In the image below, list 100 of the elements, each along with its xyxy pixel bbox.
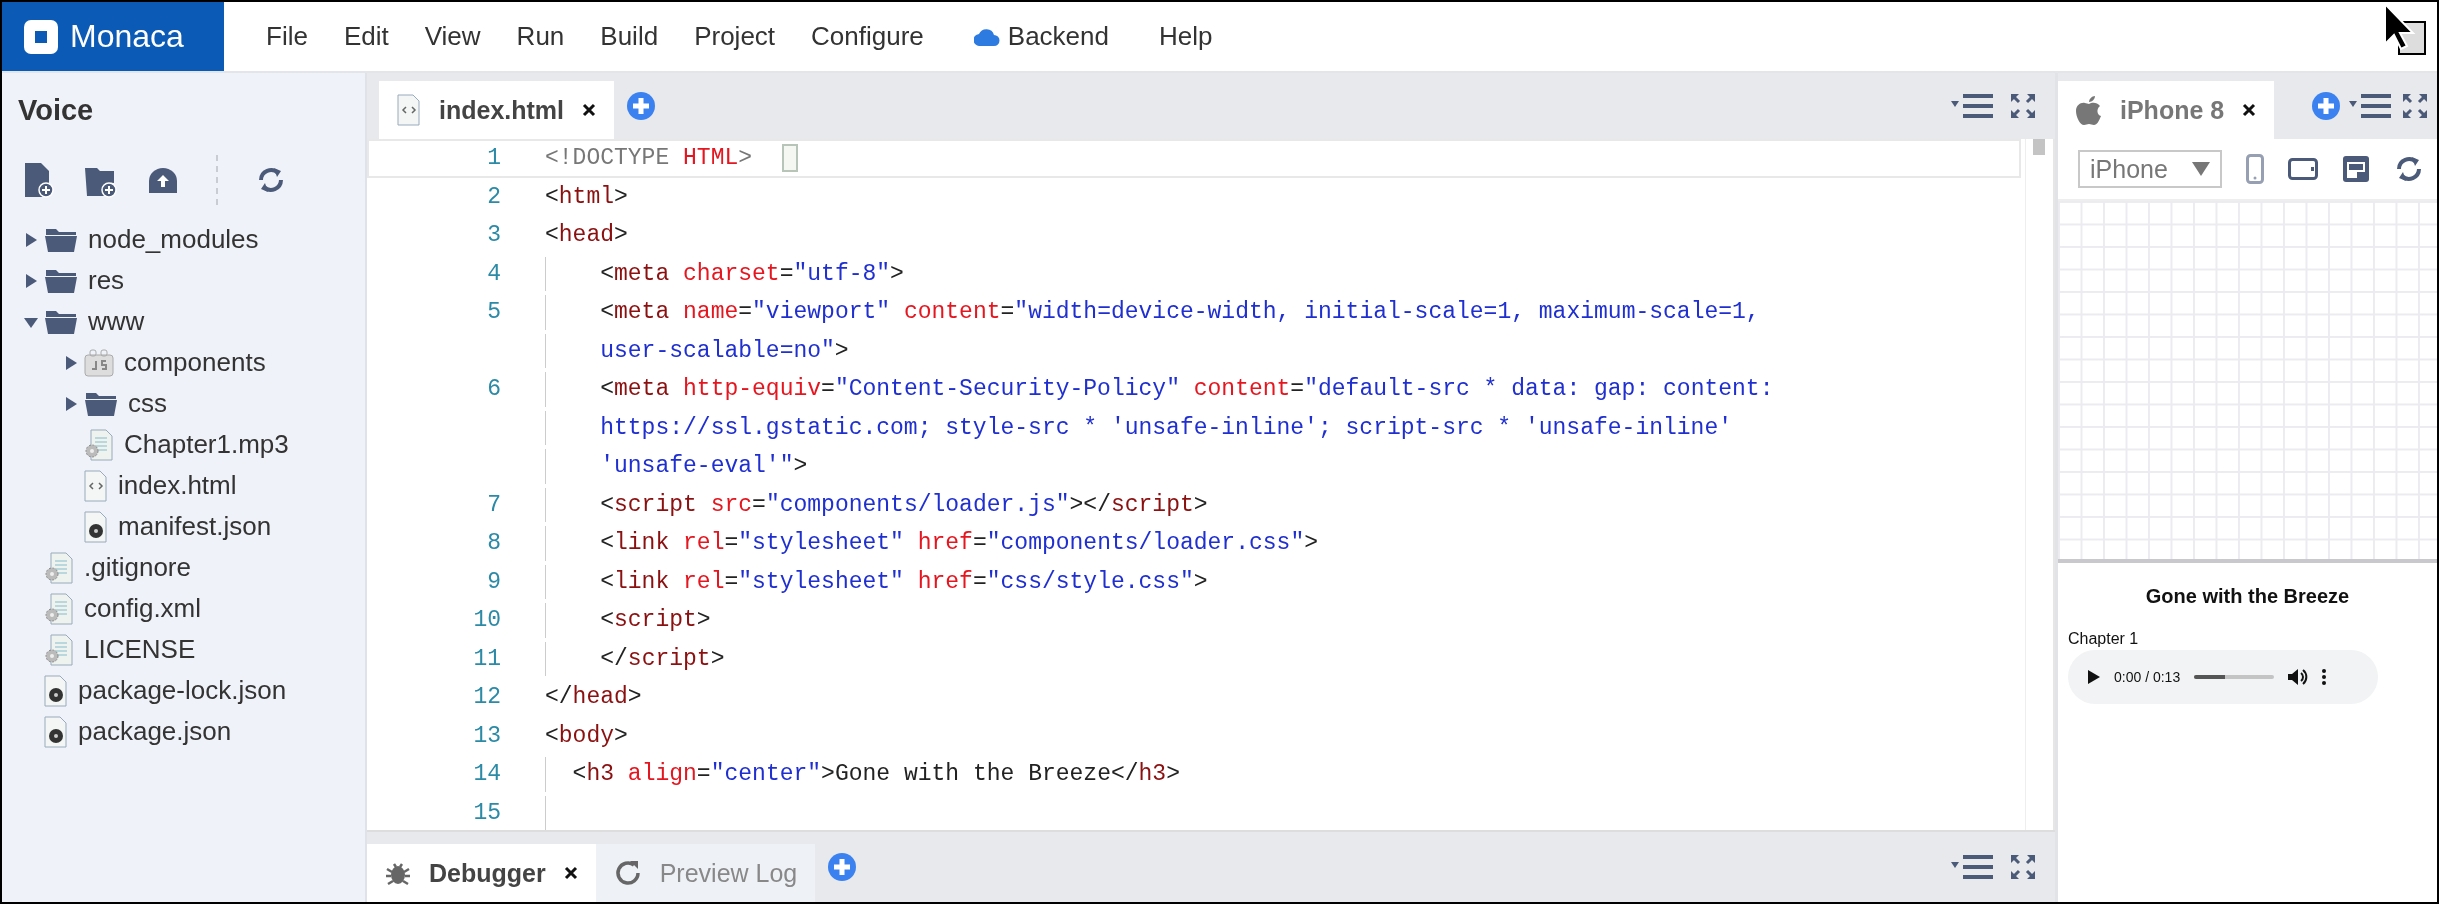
code-text: <head> (545, 222, 628, 249)
close-icon[interactable] (2242, 103, 2257, 117)
line-number: 7 (486, 491, 501, 518)
rotate-icon[interactable] (2394, 154, 2424, 184)
folder-icon (44, 267, 78, 294)
code-file-icon (84, 469, 108, 502)
menu-item[interactable]: File (248, 21, 326, 52)
gear-file-icon (44, 592, 74, 625)
line-number: 9 (486, 568, 501, 595)
dropdown-menu-icon[interactable] (1951, 93, 1995, 119)
new-file-icon[interactable] (24, 162, 54, 198)
code-file-icon (397, 94, 421, 126)
folder-icon (84, 390, 118, 417)
tree-item[interactable]: www (2, 301, 365, 342)
disc-file-icon (44, 674, 68, 707)
tree-item-label: config.xml (84, 593, 202, 624)
fullscreen-icon[interactable] (2009, 853, 2037, 881)
windows-icon[interactable] (2342, 155, 2370, 183)
gear-file-icon (44, 551, 74, 584)
menu-item[interactable]: Configure (793, 21, 942, 52)
tree-item-label: Chapter1.mp3 (124, 429, 289, 460)
app-logo[interactable]: Monaca (2, 2, 224, 71)
code-text: <!DOCTYPE HTML> (545, 145, 753, 172)
folder-icon (44, 308, 78, 335)
audio-player[interactable]: 0:00 / 0:13 (2068, 650, 2378, 704)
line-number: 4 (486, 260, 501, 287)
add-icon[interactable] (827, 852, 858, 882)
expand-arrow-icon[interactable] (64, 396, 78, 411)
refresh-icon[interactable] (256, 165, 286, 195)
line-number: 1 (486, 145, 501, 172)
code-text: 'unsafe-eval'"> (599, 453, 808, 480)
tree-item-label: .gitignore (84, 552, 191, 583)
audio-progress-track[interactable] (2194, 675, 2275, 679)
tree-item[interactable]: package-lock.json (2, 670, 365, 711)
apple-icon (2076, 95, 2102, 125)
audio-caption: Chapter 1 (2068, 630, 2140, 648)
fullscreen-icon[interactable] (2009, 92, 2037, 120)
code-text: <link rel="stylesheet" href="components/loader.css"> (599, 530, 1318, 557)
tree-item[interactable]: .gitignore (2, 547, 365, 588)
tablet-icon[interactable] (2288, 158, 2318, 180)
dropdown-menu-icon[interactable] (1951, 854, 1995, 880)
code-text: user-scalable=no"> (599, 337, 849, 364)
gear-file-icon (84, 428, 114, 461)
line-number: 10 (472, 607, 501, 634)
menu-item[interactable]: Help (1141, 21, 1231, 52)
refresh-icon (613, 859, 642, 887)
code-text: </script> (599, 645, 725, 672)
close-icon[interactable] (582, 103, 596, 117)
menu-item[interactable]: Project (676, 21, 794, 52)
tree-item[interactable]: config.xml (2, 588, 365, 629)
line-number: 8 (486, 530, 501, 557)
tree-item[interactable]: package.json (2, 711, 365, 752)
phone-icon[interactable] (2246, 154, 2264, 184)
tree-item[interactable]: LICENSE (2, 629, 365, 670)
page-heading: Gone with the Breeze (2144, 585, 2351, 608)
tree-item[interactable]: index.html (2, 465, 365, 506)
tree-item-label: css (128, 388, 167, 419)
tree-item[interactable]: components (2, 342, 365, 383)
tree-item-label: index.html (118, 470, 237, 501)
volume-icon[interactable] (2288, 668, 2309, 686)
play-icon[interactable] (2088, 670, 2100, 684)
tree-item[interactable]: node_modules (2, 219, 365, 260)
disc-file-icon (44, 715, 68, 748)
code-text: <h3 align="center">Gone with the Breeze</h3> (571, 761, 1180, 788)
menu-item[interactable]: View (406, 21, 499, 52)
code-text: <link rel="stylesheet" href="css/style.css"> (599, 568, 1208, 595)
tree-item[interactable]: Chapter1.mp3 (2, 424, 365, 465)
logo-text: Monaca (70, 18, 184, 55)
fullscreen-icon[interactable] (2401, 92, 2429, 120)
menu-item[interactable]: Edit (325, 21, 407, 52)
upload-icon[interactable] (148, 167, 178, 193)
tree-item-label: package-lock.json (78, 675, 287, 706)
add-icon[interactable] (2311, 91, 2341, 121)
tree-item[interactable]: manifest.json (2, 506, 365, 547)
tree-item[interactable]: res (2, 260, 365, 301)
tree-item[interactable]: css (2, 383, 365, 424)
line-number: 11 (472, 645, 501, 672)
expand-arrow-icon[interactable] (64, 355, 78, 370)
expand-arrow-icon[interactable] (24, 232, 38, 247)
panel-tab[interactable]: Debugger (367, 844, 596, 902)
device-tab[interactable]: iPhone 8 (2058, 81, 2275, 139)
menu-item[interactable]: Run (498, 21, 583, 52)
device-select[interactable]: iPhone (2078, 150, 2222, 188)
more-options-icon[interactable] (2322, 669, 2327, 685)
tree-item-label: package.json (78, 716, 232, 747)
close-icon[interactable] (563, 866, 578, 880)
menu-item[interactable]: Build (582, 21, 677, 52)
add-icon[interactable] (626, 91, 656, 121)
disc-file-icon (84, 510, 108, 543)
line-number: 5 (486, 299, 501, 326)
dropdown-menu-icon[interactable] (2349, 93, 2393, 119)
editor-tab[interactable]: index.html (379, 81, 614, 139)
text-cursor (782, 144, 799, 173)
expand-arrow-icon[interactable] (24, 273, 38, 288)
cloud-icon (973, 27, 1000, 46)
tree-item-label: LICENSE (84, 634, 196, 665)
menu-item[interactable]: Backend (955, 21, 1127, 52)
folder-icon (44, 226, 78, 253)
code-text: <body> (545, 722, 628, 749)
code-text: <meta name="viewport" content="width=device-width, initial-scale=1, maximum-scale=1, (599, 299, 1760, 326)
